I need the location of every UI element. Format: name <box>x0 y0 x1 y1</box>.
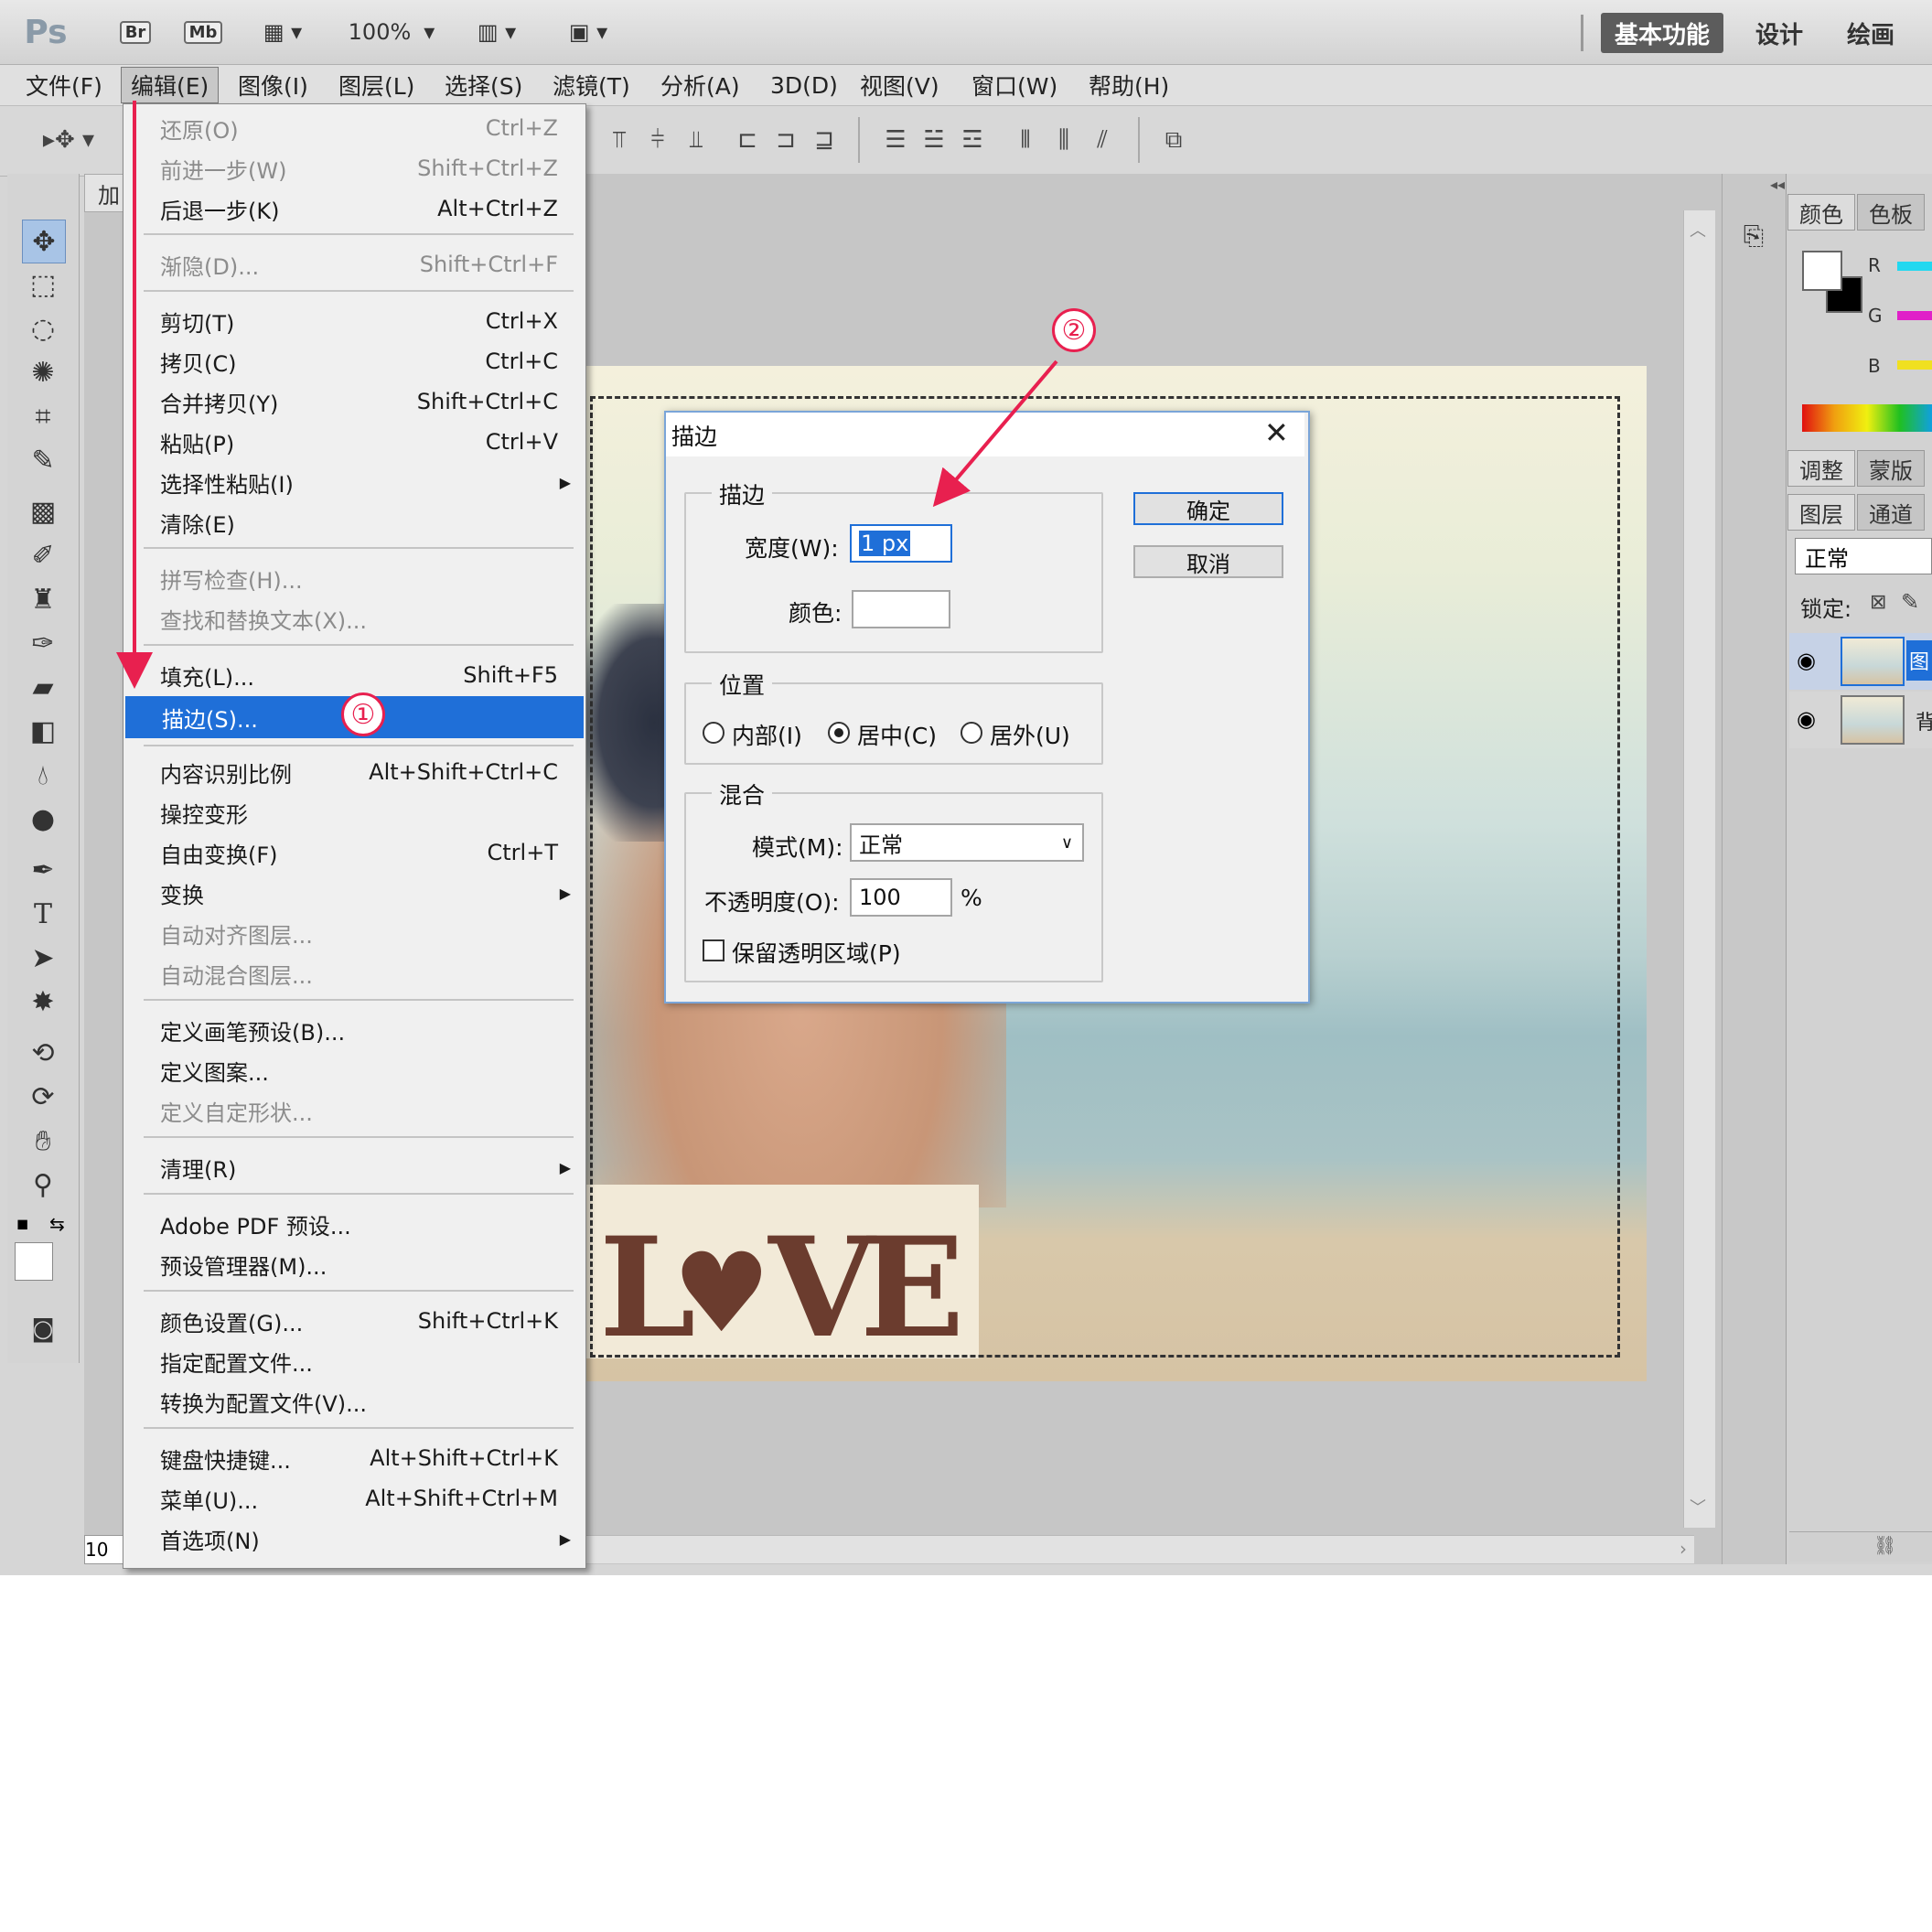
step-1-callout: ① <box>341 692 385 736</box>
annotation-arrows <box>116 101 1058 689</box>
arrow-to-width-input <box>932 360 1058 508</box>
color-foreground-swatch[interactable] <box>1802 251 1842 291</box>
step-2-callout: ② <box>1052 308 1096 352</box>
